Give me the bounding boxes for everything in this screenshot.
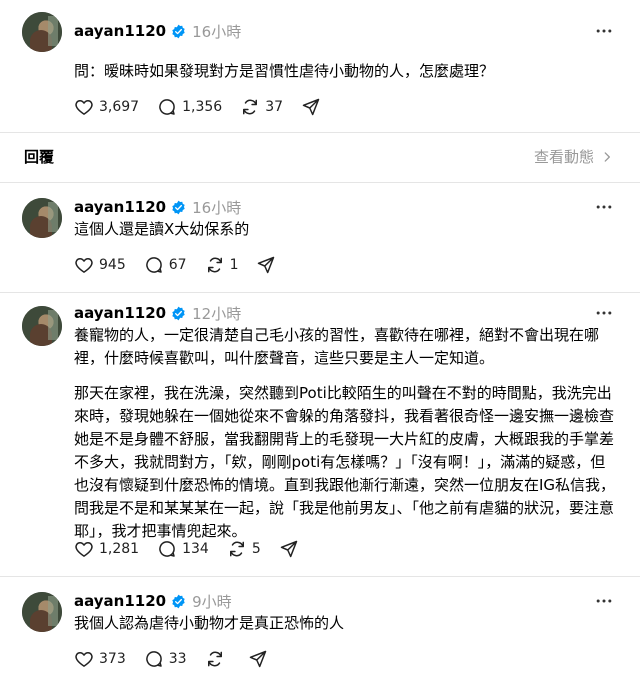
post-text: 我個人認為虐待小動物才是真正恐怖的人: [74, 612, 620, 635]
like-count: 373: [99, 651, 126, 667]
repost-button[interactable]: [205, 649, 230, 669]
avatar[interactable]: [22, 592, 62, 632]
more-icon[interactable]: [594, 303, 614, 323]
username[interactable]: aayan1120: [74, 592, 166, 610]
post-header: aayan1120 12小時: [74, 302, 241, 324]
timestamp: 16小時: [192, 198, 242, 217]
post-paragraph: 問：暧昧時如果發現對方是習慣性虐待小動物的人，怎麼處理？: [74, 62, 495, 80]
post-text: 這個人還是讀X大幼保系的: [74, 218, 620, 241]
heart-icon: [75, 542, 93, 557]
heart-icon: [75, 100, 93, 115]
repost-icon: [229, 541, 244, 557]
comment-icon: [145, 257, 162, 273]
share-icon: [280, 540, 297, 558]
post-paragraph: 我個人認為虐待小動物才是真正恐怖的人: [74, 614, 345, 632]
reply-bar: 回覆 查看動態: [0, 138, 640, 176]
comment-icon: [159, 99, 175, 115]
action-bar: 3,697 1,356 37: [74, 96, 339, 118]
repost-icon: [207, 651, 222, 667]
share-button[interactable]: [248, 649, 268, 669]
more-icon[interactable]: [594, 591, 614, 611]
share-button[interactable]: [301, 97, 321, 117]
like-button[interactable]: 1,281: [74, 539, 139, 559]
chevron-right-icon: [604, 151, 610, 162]
heart-icon: [75, 258, 93, 273]
action-bar: 1,281 134 5: [74, 538, 317, 560]
repost-button[interactable]: 37: [240, 97, 283, 117]
share-button[interactable]: [279, 539, 299, 559]
repost-icon: [207, 257, 222, 273]
post-header: aayan1120 9小時: [74, 590, 232, 612]
comment-button[interactable]: 134: [157, 539, 209, 559]
timestamp: 16小時: [192, 22, 242, 41]
repost-count: 1: [229, 257, 239, 273]
timestamp: 9小時: [192, 592, 232, 611]
replies-label: 回覆: [24, 148, 55, 166]
username[interactable]: aayan1120: [74, 22, 166, 40]
repost-button[interactable]: 1: [205, 255, 239, 275]
share-icon: [302, 98, 320, 116]
share-icon: [249, 650, 266, 668]
username[interactable]: aayan1120: [74, 198, 166, 216]
comment-count: 1,356: [182, 99, 223, 115]
post-paragraph: 那天在家裡，我在洗澡，突然聽到Poti比較陌生的叫聲在不對的時間點，我洗完出來時…: [74, 384, 616, 540]
divider: [0, 576, 640, 577]
like-button[interactable]: 3,697: [74, 97, 139, 117]
divider: [0, 292, 640, 293]
post-paragraph: 這個人還是讀X大幼保系的: [74, 220, 250, 238]
repost-icon: [243, 99, 258, 115]
repost-button[interactable]: 5: [227, 539, 261, 559]
comment-icon: [145, 651, 162, 667]
divider: [0, 132, 640, 133]
heart-icon: [75, 652, 93, 667]
like-count: 1,281: [99, 541, 140, 557]
more-icon[interactable]: [594, 197, 614, 217]
avatar[interactable]: [22, 306, 62, 346]
verified-badge-icon: [172, 24, 185, 38]
verified-badge-icon: [172, 594, 185, 608]
post-header: aayan1120 16小時: [74, 20, 241, 42]
view-activity-link[interactable]: 查看動態: [534, 146, 614, 167]
repost-count: 37: [265, 99, 284, 115]
share-button[interactable]: [256, 255, 276, 275]
verified-badge-icon: [172, 200, 185, 214]
comment-count: 33: [168, 651, 187, 667]
like-button[interactable]: 945: [74, 255, 126, 275]
more-icon[interactable]: [594, 21, 614, 41]
post-paragraph: 養寵物的人，一定很清楚自己毛小孩的習性，喜歡待在哪裡，絕對不會出現在哪裡，什麼時…: [74, 326, 600, 367]
share-icon: [258, 256, 275, 274]
timestamp: 12小時: [192, 304, 242, 323]
comment-button[interactable]: 1,356: [157, 97, 222, 117]
comment-count: 67: [168, 257, 187, 273]
avatar[interactable]: [22, 12, 62, 52]
like-count: 945: [99, 257, 126, 273]
like-count: 3,697: [99, 99, 140, 115]
username[interactable]: aayan1120: [74, 304, 166, 322]
comment-count: 134: [182, 541, 209, 557]
verified-badge-icon: [172, 306, 185, 320]
action-bar: 945 67 1: [74, 254, 294, 276]
view-activity-label: 查看動態: [533, 148, 594, 166]
comment-button[interactable]: 67: [144, 255, 187, 275]
comment-button[interactable]: 33: [144, 649, 187, 669]
avatar[interactable]: [22, 198, 62, 238]
like-button[interactable]: 373: [74, 649, 126, 669]
comment-icon: [159, 541, 175, 557]
post-text: 養寵物的人，一定很清楚自己毛小孩的習性，喜歡待在哪裡，絕對不會出現在哪裡，什麼時…: [74, 324, 620, 543]
repost-count: 5: [251, 541, 261, 557]
action-bar: 373 33: [74, 648, 286, 670]
post-text: 問：暧昧時如果發現對方是習慣性虐待小動物的人，怎麼處理？: [74, 60, 620, 83]
post-header: aayan1120 16小時: [74, 196, 241, 218]
divider: [0, 182, 640, 183]
